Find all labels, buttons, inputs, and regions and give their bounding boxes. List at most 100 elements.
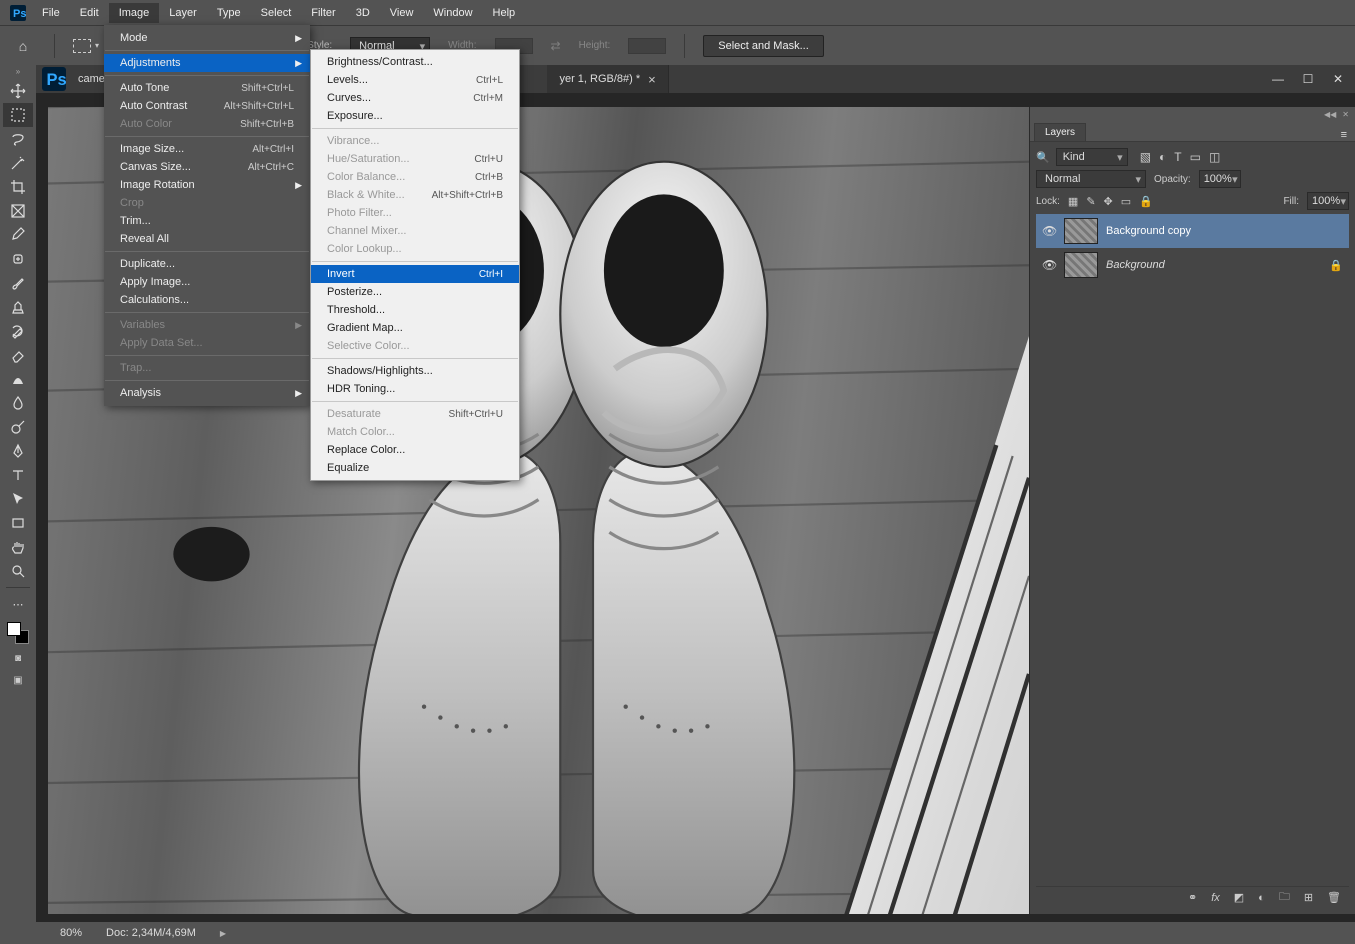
menu-filter[interactable]: Filter bbox=[301, 3, 345, 23]
crop-tool[interactable] bbox=[3, 175, 33, 199]
menu-layer[interactable]: Layer bbox=[159, 3, 207, 23]
filter-shape-icon[interactable]: ▭ bbox=[1190, 150, 1201, 164]
menu-item[interactable]: Apply Image... bbox=[104, 273, 310, 291]
brush-tool[interactable] bbox=[3, 271, 33, 295]
eyedropper-tool[interactable] bbox=[3, 223, 33, 247]
maximize-icon[interactable]: ☐ bbox=[1295, 69, 1321, 89]
collapse-icon[interactable]: ◀◀ bbox=[1324, 110, 1336, 119]
layer-style-icon[interactable]: fx bbox=[1211, 892, 1220, 904]
zoom-tool[interactable] bbox=[3, 559, 33, 583]
blur-tool[interactable] bbox=[3, 391, 33, 415]
layer-name[interactable]: Background bbox=[1106, 259, 1321, 271]
marquee-tool[interactable] bbox=[3, 103, 33, 127]
close-panel-icon[interactable]: ✕ bbox=[1342, 110, 1349, 119]
history-brush-tool[interactable] bbox=[3, 319, 33, 343]
filter-smart-icon[interactable]: ◫ bbox=[1209, 150, 1220, 164]
menu-file[interactable]: File bbox=[32, 3, 70, 23]
group-icon[interactable]: 🗀 bbox=[1279, 888, 1290, 907]
eraser-tool[interactable] bbox=[3, 343, 33, 367]
filter-type-icon[interactable]: T bbox=[1174, 150, 1181, 164]
filter-pixel-icon[interactable]: ▧ bbox=[1140, 150, 1151, 164]
visibility-icon[interactable]: 👁 bbox=[1042, 224, 1056, 238]
lock-all-icon[interactable]: 🔒 bbox=[1139, 195, 1153, 208]
menu-3d[interactable]: 3D bbox=[346, 3, 380, 23]
home-icon[interactable]: ⌂ bbox=[10, 38, 36, 54]
fill-input[interactable]: 100% bbox=[1307, 192, 1349, 210]
menu-item[interactable]: Equalize bbox=[311, 459, 519, 477]
move-tool[interactable] bbox=[3, 79, 33, 103]
healing-brush-tool[interactable] bbox=[3, 247, 33, 271]
rectangle-tool[interactable] bbox=[3, 511, 33, 535]
zoom-level[interactable]: 80% bbox=[60, 927, 82, 939]
visibility-icon[interactable]: 👁 bbox=[1042, 258, 1056, 272]
menu-item[interactable]: Image Rotation▶ bbox=[104, 176, 310, 194]
menu-help[interactable]: Help bbox=[483, 3, 526, 23]
frame-tool[interactable] bbox=[3, 199, 33, 223]
menu-item[interactable]: Duplicate... bbox=[104, 255, 310, 273]
menu-item[interactable]: Trim... bbox=[104, 212, 310, 230]
expand-arrow-icon[interactable]: » bbox=[16, 67, 20, 79]
menu-item[interactable]: Adjustments▶ bbox=[104, 54, 310, 72]
document-tab-active[interactable]: yer 1, RGB/8#) * × bbox=[547, 65, 668, 93]
layer-name[interactable]: Background copy bbox=[1106, 225, 1343, 237]
color-swatch[interactable] bbox=[7, 622, 29, 644]
kind-select[interactable]: Kind bbox=[1056, 148, 1128, 166]
select-and-mask-button[interactable]: Select and Mask... bbox=[703, 35, 824, 57]
menu-item[interactable]: InvertCtrl+I bbox=[311, 265, 519, 283]
adjustment-layer-icon[interactable]: ◐ bbox=[1258, 892, 1265, 904]
filter-adjustment-icon[interactable]: ◐ bbox=[1159, 150, 1166, 164]
close-window-icon[interactable]: ✕ bbox=[1325, 69, 1351, 89]
menu-item[interactable]: Curves...Ctrl+M bbox=[311, 89, 519, 107]
minimize-icon[interactable]: — bbox=[1265, 69, 1291, 89]
layer-row[interactable]: 👁 Background copy bbox=[1036, 214, 1349, 248]
layer-mask-icon[interactable]: ◩ bbox=[1234, 891, 1244, 904]
menu-item[interactable]: Posterize... bbox=[311, 283, 519, 301]
status-arrow-icon[interactable]: ▶ bbox=[220, 929, 226, 938]
panel-menu-icon[interactable]: ≡ bbox=[1333, 129, 1355, 141]
edit-toolbar-icon[interactable]: ⋯ bbox=[3, 592, 33, 616]
menu-item[interactable]: Replace Color... bbox=[311, 441, 519, 459]
menu-window[interactable]: Window bbox=[423, 3, 482, 23]
menu-view[interactable]: View bbox=[380, 3, 424, 23]
close-icon[interactable]: × bbox=[648, 72, 656, 87]
new-layer-icon[interactable]: ⊞ bbox=[1304, 891, 1313, 904]
menu-image[interactable]: Image bbox=[109, 3, 160, 23]
menu-item[interactable]: Analysis▶ bbox=[104, 384, 310, 402]
menu-item[interactable]: Auto ToneShift+Ctrl+L bbox=[104, 79, 310, 97]
layer-row[interactable]: 👁 Background 🔒 bbox=[1036, 248, 1349, 282]
path-selection-tool[interactable] bbox=[3, 487, 33, 511]
hand-tool[interactable] bbox=[3, 535, 33, 559]
layers-tab[interactable]: Layers bbox=[1034, 123, 1086, 141]
link-layers-icon[interactable]: ⚭ bbox=[1188, 891, 1197, 904]
type-tool[interactable] bbox=[3, 463, 33, 487]
menu-type[interactable]: Type bbox=[207, 3, 251, 23]
magic-wand-tool[interactable] bbox=[3, 151, 33, 175]
menu-item[interactable]: Auto ContrastAlt+Shift+Ctrl+L bbox=[104, 97, 310, 115]
screen-mode-icon[interactable]: ▣ bbox=[8, 672, 28, 688]
menu-item[interactable]: Brightness/Contrast... bbox=[311, 53, 519, 71]
lasso-tool[interactable] bbox=[3, 127, 33, 151]
lock-transparent-icon[interactable]: ▦ bbox=[1068, 195, 1078, 208]
menu-edit[interactable]: Edit bbox=[70, 3, 109, 23]
layer-thumbnail[interactable] bbox=[1064, 218, 1098, 244]
dodge-tool[interactable] bbox=[3, 415, 33, 439]
menu-select[interactable]: Select bbox=[251, 3, 302, 23]
menu-item[interactable]: Shadows/Highlights... bbox=[311, 362, 519, 380]
menu-item[interactable]: Reveal All bbox=[104, 230, 310, 248]
delete-layer-icon[interactable]: 🗑 bbox=[1327, 891, 1341, 904]
menu-item[interactable]: Canvas Size...Alt+Ctrl+C bbox=[104, 158, 310, 176]
menu-item[interactable]: Mode▶ bbox=[104, 29, 310, 47]
quick-mask-icon[interactable]: ◙ bbox=[8, 650, 28, 666]
lock-image-icon[interactable]: ✎ bbox=[1086, 195, 1095, 208]
pen-tool[interactable] bbox=[3, 439, 33, 463]
tool-preset[interactable]: ▾ bbox=[73, 39, 99, 53]
lock-artboard-icon[interactable]: ▭ bbox=[1121, 195, 1131, 208]
blend-mode-select[interactable]: Normal bbox=[1036, 170, 1146, 188]
menu-item[interactable]: Gradient Map... bbox=[311, 319, 519, 337]
menu-item[interactable]: Image Size...Alt+Ctrl+I bbox=[104, 140, 310, 158]
doc-size[interactable]: Doc: 2,34M/4,69M bbox=[106, 927, 196, 939]
menu-item[interactable]: Threshold... bbox=[311, 301, 519, 319]
menu-item[interactable]: Exposure... bbox=[311, 107, 519, 125]
lock-position-icon[interactable]: ✥ bbox=[1104, 195, 1113, 208]
clone-stamp-tool[interactable] bbox=[3, 295, 33, 319]
